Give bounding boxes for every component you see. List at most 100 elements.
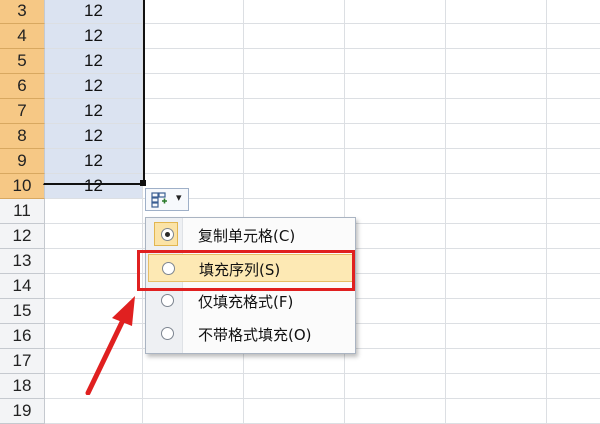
- fill-handle[interactable]: [140, 180, 146, 186]
- empty-cell[interactable]: [446, 24, 547, 49]
- empty-cell[interactable]: [345, 324, 446, 349]
- empty-cell[interactable]: [345, 74, 446, 99]
- row-header[interactable]: 4: [0, 24, 45, 49]
- row-header[interactable]: 10: [0, 174, 45, 199]
- empty-cell[interactable]: [143, 74, 244, 99]
- empty-cell[interactable]: [244, 24, 345, 49]
- empty-cell[interactable]: [547, 199, 600, 224]
- row-header[interactable]: 16: [0, 324, 45, 349]
- empty-cell[interactable]: [446, 149, 547, 174]
- empty-cell[interactable]: [244, 174, 345, 199]
- empty-cell[interactable]: [143, 149, 244, 174]
- empty-cell[interactable]: [446, 374, 547, 399]
- empty-cell[interactable]: [244, 149, 345, 174]
- empty-cell[interactable]: [446, 399, 547, 424]
- cell-value[interactable]: [45, 349, 143, 374]
- empty-cell[interactable]: [547, 224, 600, 249]
- radio-icon[interactable]: [162, 262, 175, 275]
- menu-item-fill-without-formatting[interactable]: 不带格式填充(O): [148, 320, 353, 348]
- empty-cell[interactable]: [143, 0, 244, 24]
- empty-cell[interactable]: [244, 399, 345, 424]
- empty-cell[interactable]: [547, 324, 600, 349]
- autofill-options-button[interactable]: ▾: [145, 188, 189, 211]
- cell-value[interactable]: [45, 324, 143, 349]
- menu-item-copy-cells[interactable]: 复制单元格(C): [148, 221, 353, 249]
- empty-cell[interactable]: [547, 0, 600, 24]
- empty-cell[interactable]: [143, 99, 244, 124]
- empty-cell[interactable]: [345, 174, 446, 199]
- cell-value[interactable]: 12: [45, 24, 143, 49]
- empty-cell[interactable]: [547, 349, 600, 374]
- empty-cell[interactable]: [446, 224, 547, 249]
- row-header[interactable]: 8: [0, 124, 45, 149]
- cell-value[interactable]: [45, 399, 143, 424]
- chevron-down-icon[interactable]: ▾: [176, 191, 182, 204]
- empty-cell[interactable]: [547, 74, 600, 99]
- row-header[interactable]: 7: [0, 99, 45, 124]
- row-header[interactable]: 15: [0, 299, 45, 324]
- empty-cell[interactable]: [143, 399, 244, 424]
- empty-cell[interactable]: [446, 299, 547, 324]
- empty-cell[interactable]: [345, 349, 446, 374]
- empty-cell[interactable]: [345, 374, 446, 399]
- menu-item-fill-series[interactable]: 填充序列(S): [148, 254, 353, 282]
- empty-cell[interactable]: [547, 99, 600, 124]
- empty-cell[interactable]: [547, 274, 600, 299]
- cell-value[interactable]: 12: [45, 124, 143, 149]
- cell-value[interactable]: 12: [45, 99, 143, 124]
- empty-cell[interactable]: [446, 199, 547, 224]
- empty-cell[interactable]: [244, 374, 345, 399]
- empty-cell[interactable]: [446, 124, 547, 149]
- empty-cell[interactable]: [547, 124, 600, 149]
- empty-cell[interactable]: [345, 0, 446, 24]
- empty-cell[interactable]: [345, 224, 446, 249]
- empty-cell[interactable]: [345, 249, 446, 274]
- empty-cell[interactable]: [547, 299, 600, 324]
- empty-cell[interactable]: [143, 24, 244, 49]
- cell-value[interactable]: 12: [45, 174, 143, 199]
- empty-cell[interactable]: [345, 124, 446, 149]
- empty-cell[interactable]: [244, 99, 345, 124]
- empty-cell[interactable]: [547, 24, 600, 49]
- empty-cell[interactable]: [244, 49, 345, 74]
- empty-cell[interactable]: [446, 49, 547, 74]
- row-header[interactable]: 14: [0, 274, 45, 299]
- cell-value[interactable]: 12: [45, 49, 143, 74]
- empty-cell[interactable]: [446, 74, 547, 99]
- cell-value[interactable]: [45, 299, 143, 324]
- empty-cell[interactable]: [446, 324, 547, 349]
- empty-cell[interactable]: [244, 0, 345, 24]
- cell-value[interactable]: 12: [45, 74, 143, 99]
- empty-cell[interactable]: [345, 399, 446, 424]
- cell-value[interactable]: [45, 224, 143, 249]
- row-header[interactable]: 6: [0, 74, 45, 99]
- empty-cell[interactable]: [446, 274, 547, 299]
- radio-icon[interactable]: [161, 228, 174, 241]
- cell-value[interactable]: [45, 274, 143, 299]
- empty-cell[interactable]: [244, 74, 345, 99]
- empty-cell[interactable]: [547, 49, 600, 74]
- row-header[interactable]: 5: [0, 49, 45, 74]
- empty-cell[interactable]: [547, 399, 600, 424]
- row-header[interactable]: 17: [0, 349, 45, 374]
- row-header[interactable]: 3: [0, 0, 45, 24]
- empty-cell[interactable]: [244, 124, 345, 149]
- empty-cell[interactable]: [345, 299, 446, 324]
- row-header[interactable]: 11: [0, 199, 45, 224]
- cell-value[interactable]: [45, 199, 143, 224]
- row-header[interactable]: 18: [0, 374, 45, 399]
- empty-cell[interactable]: [547, 249, 600, 274]
- row-header[interactable]: 9: [0, 149, 45, 174]
- row-header[interactable]: 12: [0, 224, 45, 249]
- empty-cell[interactable]: [345, 49, 446, 74]
- empty-cell[interactable]: [345, 24, 446, 49]
- cell-value[interactable]: [45, 374, 143, 399]
- empty-cell[interactable]: [345, 149, 446, 174]
- cell-value[interactable]: 12: [45, 149, 143, 174]
- row-header[interactable]: 13: [0, 249, 45, 274]
- empty-cell[interactable]: [446, 99, 547, 124]
- empty-cell[interactable]: [547, 374, 600, 399]
- empty-cell[interactable]: [143, 49, 244, 74]
- empty-cell[interactable]: [143, 124, 244, 149]
- cell-value[interactable]: [45, 249, 143, 274]
